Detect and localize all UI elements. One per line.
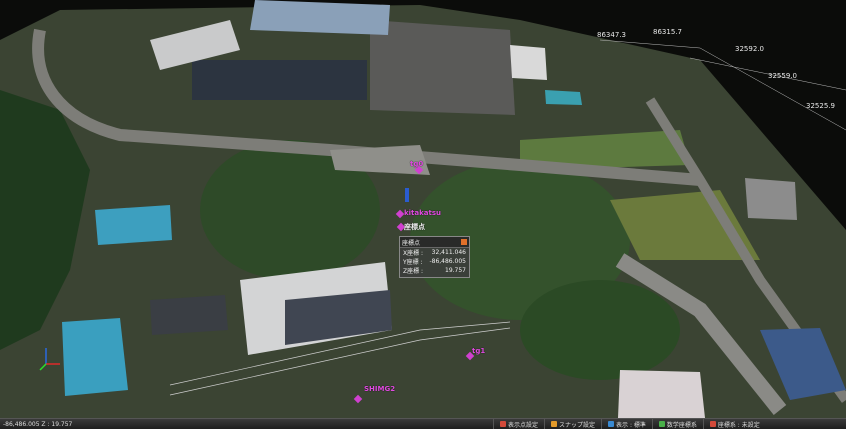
grid-coord-label: 32592.0	[735, 45, 764, 53]
info-row-y: Y座標 : -86,486.005	[400, 257, 469, 266]
info-row-value: 32,411.046	[431, 249, 466, 256]
info-row-label: Z座標 :	[403, 268, 424, 275]
building-teal-lower	[62, 318, 128, 396]
grid-coord-label: 86347.3	[597, 31, 626, 39]
grid-coord-label: 86315.7	[653, 28, 682, 36]
cursor-coordinate-readout: -86,486.005 Z : 19.757	[3, 420, 73, 428]
button-label: スナップ設定	[559, 421, 596, 429]
display-points-icon	[500, 421, 506, 427]
button-label: 表示 : 標準	[616, 421, 646, 429]
building-pink	[618, 370, 705, 418]
point-info-panel[interactable]: 座標点 X座標 : 32,411.046 Y座標 : -86,486.005 Z…	[399, 236, 470, 278]
building-right	[745, 178, 797, 220]
marker-label[interactable]: 座標点	[404, 222, 425, 232]
button-label: 数学座標系	[666, 421, 697, 429]
info-panel-title: 座標点	[402, 239, 421, 247]
marker-label[interactable]: kitakatsu	[404, 209, 441, 217]
parking-lot	[370, 20, 515, 115]
status-bar: -86,486.005 Z : 19.757 表示点設定 スナップ設定 表示 :…	[0, 418, 846, 429]
display-mode-icon	[608, 421, 615, 427]
axis-gizmo-icon	[39, 348, 60, 371]
grid-coord-label: 32525.9	[806, 102, 835, 110]
info-row-label: Y座標 :	[403, 259, 423, 266]
crs-icon	[709, 421, 716, 427]
marker-label[interactable]: tg0	[410, 160, 423, 168]
button-label: 座標系 : 未設定	[717, 421, 760, 429]
building-small-teal	[545, 90, 582, 105]
3d-viewport[interactable]: 86347.3 86315.7 32592.0 32559.0 32525.9 …	[0, 0, 846, 418]
info-row-label: X座標 :	[403, 250, 424, 257]
info-panel-header[interactable]: 座標点	[400, 237, 469, 248]
close-icon[interactable]	[461, 239, 467, 245]
building-gray	[150, 295, 228, 335]
marker-label[interactable]: SHIMG2	[364, 385, 395, 393]
building-dark-roof	[192, 60, 367, 100]
marker-label[interactable]: tg1	[472, 347, 485, 355]
info-row-z: Z座標 : 19.757	[400, 266, 469, 275]
snap-icon	[551, 421, 558, 427]
building-small	[510, 45, 547, 80]
coordinate-system-icon	[658, 421, 665, 427]
button-label: 表示点設定	[508, 421, 539, 429]
trees-lower-right	[520, 280, 680, 380]
info-row-value: 19.757	[445, 267, 466, 274]
building-top	[250, 0, 390, 35]
info-row-value: -86,486.005	[429, 258, 466, 265]
info-row-x: X座標 : 32,411.046	[400, 248, 469, 257]
grid-coord-label: 32559.0	[768, 72, 797, 80]
building-teal	[95, 205, 172, 245]
selected-points	[405, 188, 409, 202]
